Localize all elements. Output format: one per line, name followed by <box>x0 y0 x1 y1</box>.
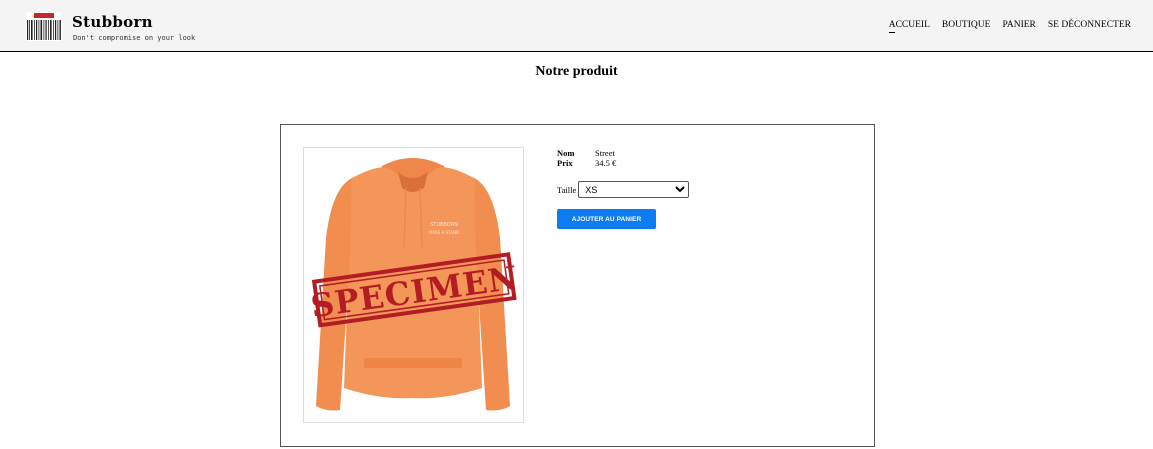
price-value: 34.5 € <box>595 158 617 168</box>
size-select[interactable]: XS <box>578 181 690 198</box>
nav-se-deconnecter[interactable]: SE DÉCONNECTER <box>1048 20 1131 30</box>
main-nav: ACCUEIL BOUTIQUE PANIER SE DÉCONNECTER <box>888 20 1131 33</box>
product-info: Nom Street Prix 34.5 € <box>557 148 616 168</box>
page-title: Notre produit <box>535 64 618 79</box>
stubborn-logo[interactable] <box>26 12 62 41</box>
svg-text:STUBBORN: STUBBORN <box>430 222 458 228</box>
svg-text:MAKE A STAND: MAKE A STAND <box>429 230 459 235</box>
product-image: STUBBORN MAKE A STAND SPECIMEN <box>303 147 524 423</box>
product-card: STUBBORN MAKE A STAND SPECIMEN Nom Stree… <box>280 124 875 447</box>
nav-panier[interactable]: PANIER <box>1002 20 1035 30</box>
brand-tagline: Don't compromise on your look <box>73 34 196 42</box>
name-label: Nom <box>557 148 575 158</box>
size-label: Taille <box>557 184 577 195</box>
add-to-cart-button[interactable]: AJOUTER AU PANIER <box>557 209 656 229</box>
price-label: Prix <box>557 158 573 168</box>
brand-name: Stubborn <box>72 13 153 31</box>
name-value: Street <box>595 148 615 158</box>
nav-accueil[interactable]: ACCUEIL <box>888 20 930 33</box>
nav-boutique[interactable]: BOUTIQUE <box>942 20 991 30</box>
size-row: Taille XS <box>557 181 690 198</box>
header-bar: Stubborn Don't compromise on your look A… <box>0 0 1153 52</box>
